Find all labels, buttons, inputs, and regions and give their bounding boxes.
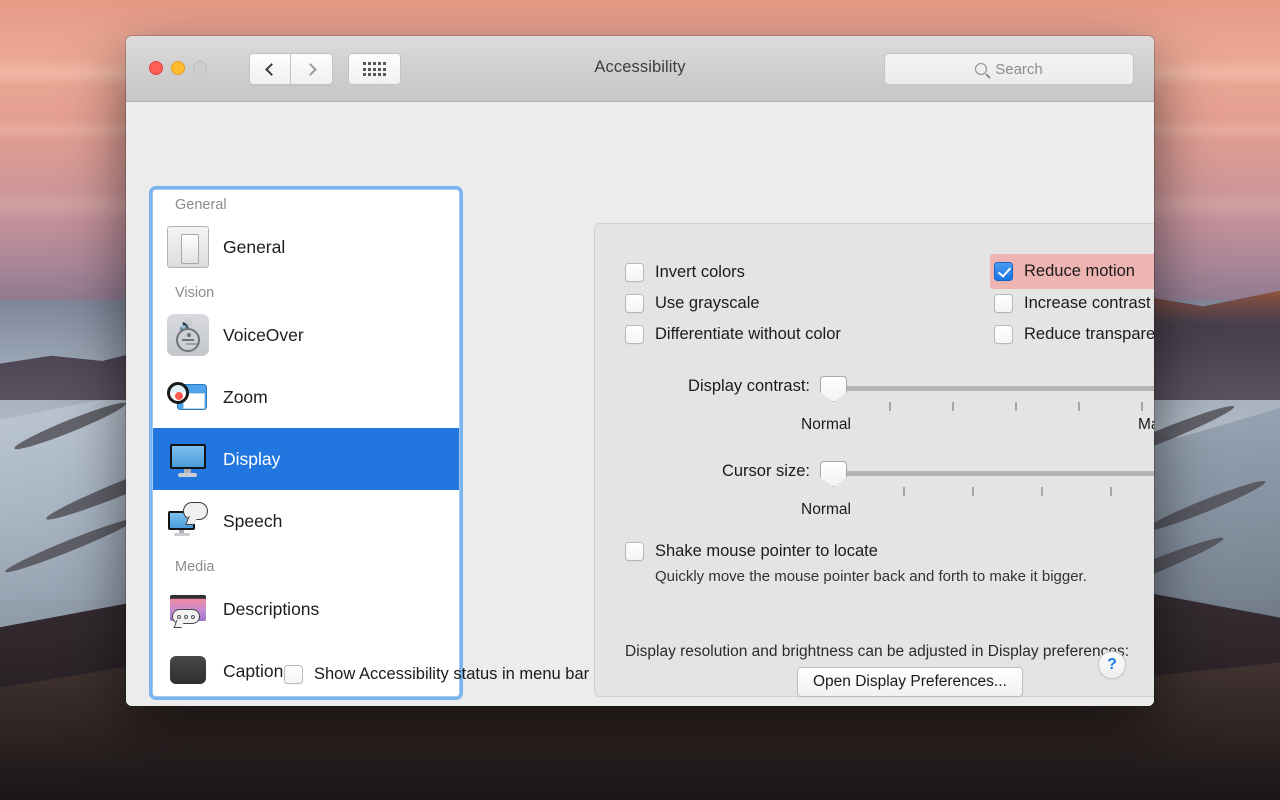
checkbox-increase-contrast[interactable]: Increase contrast [994, 294, 1151, 313]
slider-ticks [826, 402, 1154, 411]
category-list[interactable]: General General Vision 🔊 VoiceOver [153, 190, 459, 696]
checkbox-box[interactable] [625, 542, 644, 561]
sidebar-item-display[interactable]: Display [153, 428, 459, 490]
window-titlebar: Accessibility Search [126, 36, 1154, 102]
checkbox-shake-mouse-pointer[interactable]: Shake mouse pointer to locate [625, 542, 878, 561]
checkbox-reduce-motion[interactable]: Reduce motion [994, 262, 1135, 281]
window-content: General General Vision 🔊 VoiceOver [126, 102, 1154, 706]
slider-min-label: Normal [801, 501, 851, 519]
zoom-loupe-icon [167, 376, 209, 418]
slider-label: Cursor size: [580, 462, 810, 481]
sidebar-section-header-media: Media [153, 552, 459, 578]
window-bottom-bar: Show Accessibility status in menu bar ? [126, 631, 1154, 706]
checkbox-label: Increase contrast [1024, 294, 1151, 313]
slider-min-label: Normal [801, 416, 851, 434]
checkbox-box[interactable] [994, 262, 1013, 281]
sidebar-item-zoom[interactable]: Zoom [153, 366, 459, 428]
checkbox-box[interactable] [284, 665, 303, 684]
checkbox-box[interactable] [994, 294, 1013, 313]
sidebar-item-label: Display [223, 449, 280, 470]
slider-label: Display contrast: [580, 377, 810, 396]
checkbox-box[interactable] [994, 325, 1013, 344]
checkbox-box[interactable] [625, 325, 644, 344]
checkbox-box[interactable] [625, 263, 644, 282]
checkbox-label: Invert colors [655, 263, 745, 282]
search-icon [975, 63, 987, 75]
sidebar-item-general[interactable]: General [153, 216, 459, 278]
checkbox-label: Use grayscale [655, 294, 760, 313]
checkbox-differentiate-without-color[interactable]: Differentiate without color [625, 325, 841, 344]
checkbox-reduce-transparency[interactable]: Reduce transparency [994, 325, 1154, 344]
checkbox-label: Shake mouse pointer to locate [655, 542, 878, 561]
toggle-switch-icon [167, 226, 209, 268]
checkbox-label: Reduce transparency [1024, 325, 1154, 344]
search-input[interactable]: Search [884, 53, 1134, 85]
sidebar-section-header-general: General [153, 190, 459, 216]
display-monitor-icon [167, 438, 209, 480]
checkbox-show-accessibility-status[interactable]: Show Accessibility status in menu bar [284, 665, 589, 684]
descriptions-icon [167, 588, 209, 630]
voiceover-icon: 🔊 [167, 314, 209, 356]
accessibility-preferences-window: Accessibility Search General General Vis… [126, 36, 1154, 706]
slider-max-label: Large [1153, 501, 1154, 519]
sidebar-item-label: Zoom [223, 387, 268, 408]
checkbox-box[interactable] [625, 294, 644, 313]
checkbox-label: Reduce motion [1024, 262, 1135, 281]
sidebar-item-label: VoiceOver [223, 325, 304, 346]
slider-ticks [826, 487, 1154, 496]
slider-track[interactable] [826, 386, 1154, 391]
checkbox-label: Differentiate without color [655, 325, 841, 344]
shake-pointer-description: Quickly move the mouse pointer back and … [655, 568, 1087, 585]
sidebar-item-label: Speech [223, 511, 282, 532]
search-placeholder: Search [995, 61, 1043, 78]
slider-track[interactable] [826, 471, 1154, 476]
sidebar-item-label: General [223, 237, 285, 258]
speech-bubble-icon [167, 500, 209, 542]
checkbox-label: Show Accessibility status in menu bar [314, 665, 589, 684]
sidebar-section-header-vision: Vision [153, 278, 459, 304]
sidebar-item-speech[interactable]: Speech [153, 490, 459, 552]
sidebar-item-label: Descriptions [223, 599, 319, 620]
category-sidebar: General General Vision 🔊 VoiceOver [152, 189, 460, 697]
checkbox-invert-colors[interactable]: Invert colors [625, 263, 745, 282]
checkbox-use-grayscale[interactable]: Use grayscale [625, 294, 760, 313]
sidebar-item-voiceover[interactable]: 🔊 VoiceOver [153, 304, 459, 366]
help-button[interactable]: ? [1098, 651, 1126, 679]
slider-max-label: Maximum [1138, 416, 1154, 434]
